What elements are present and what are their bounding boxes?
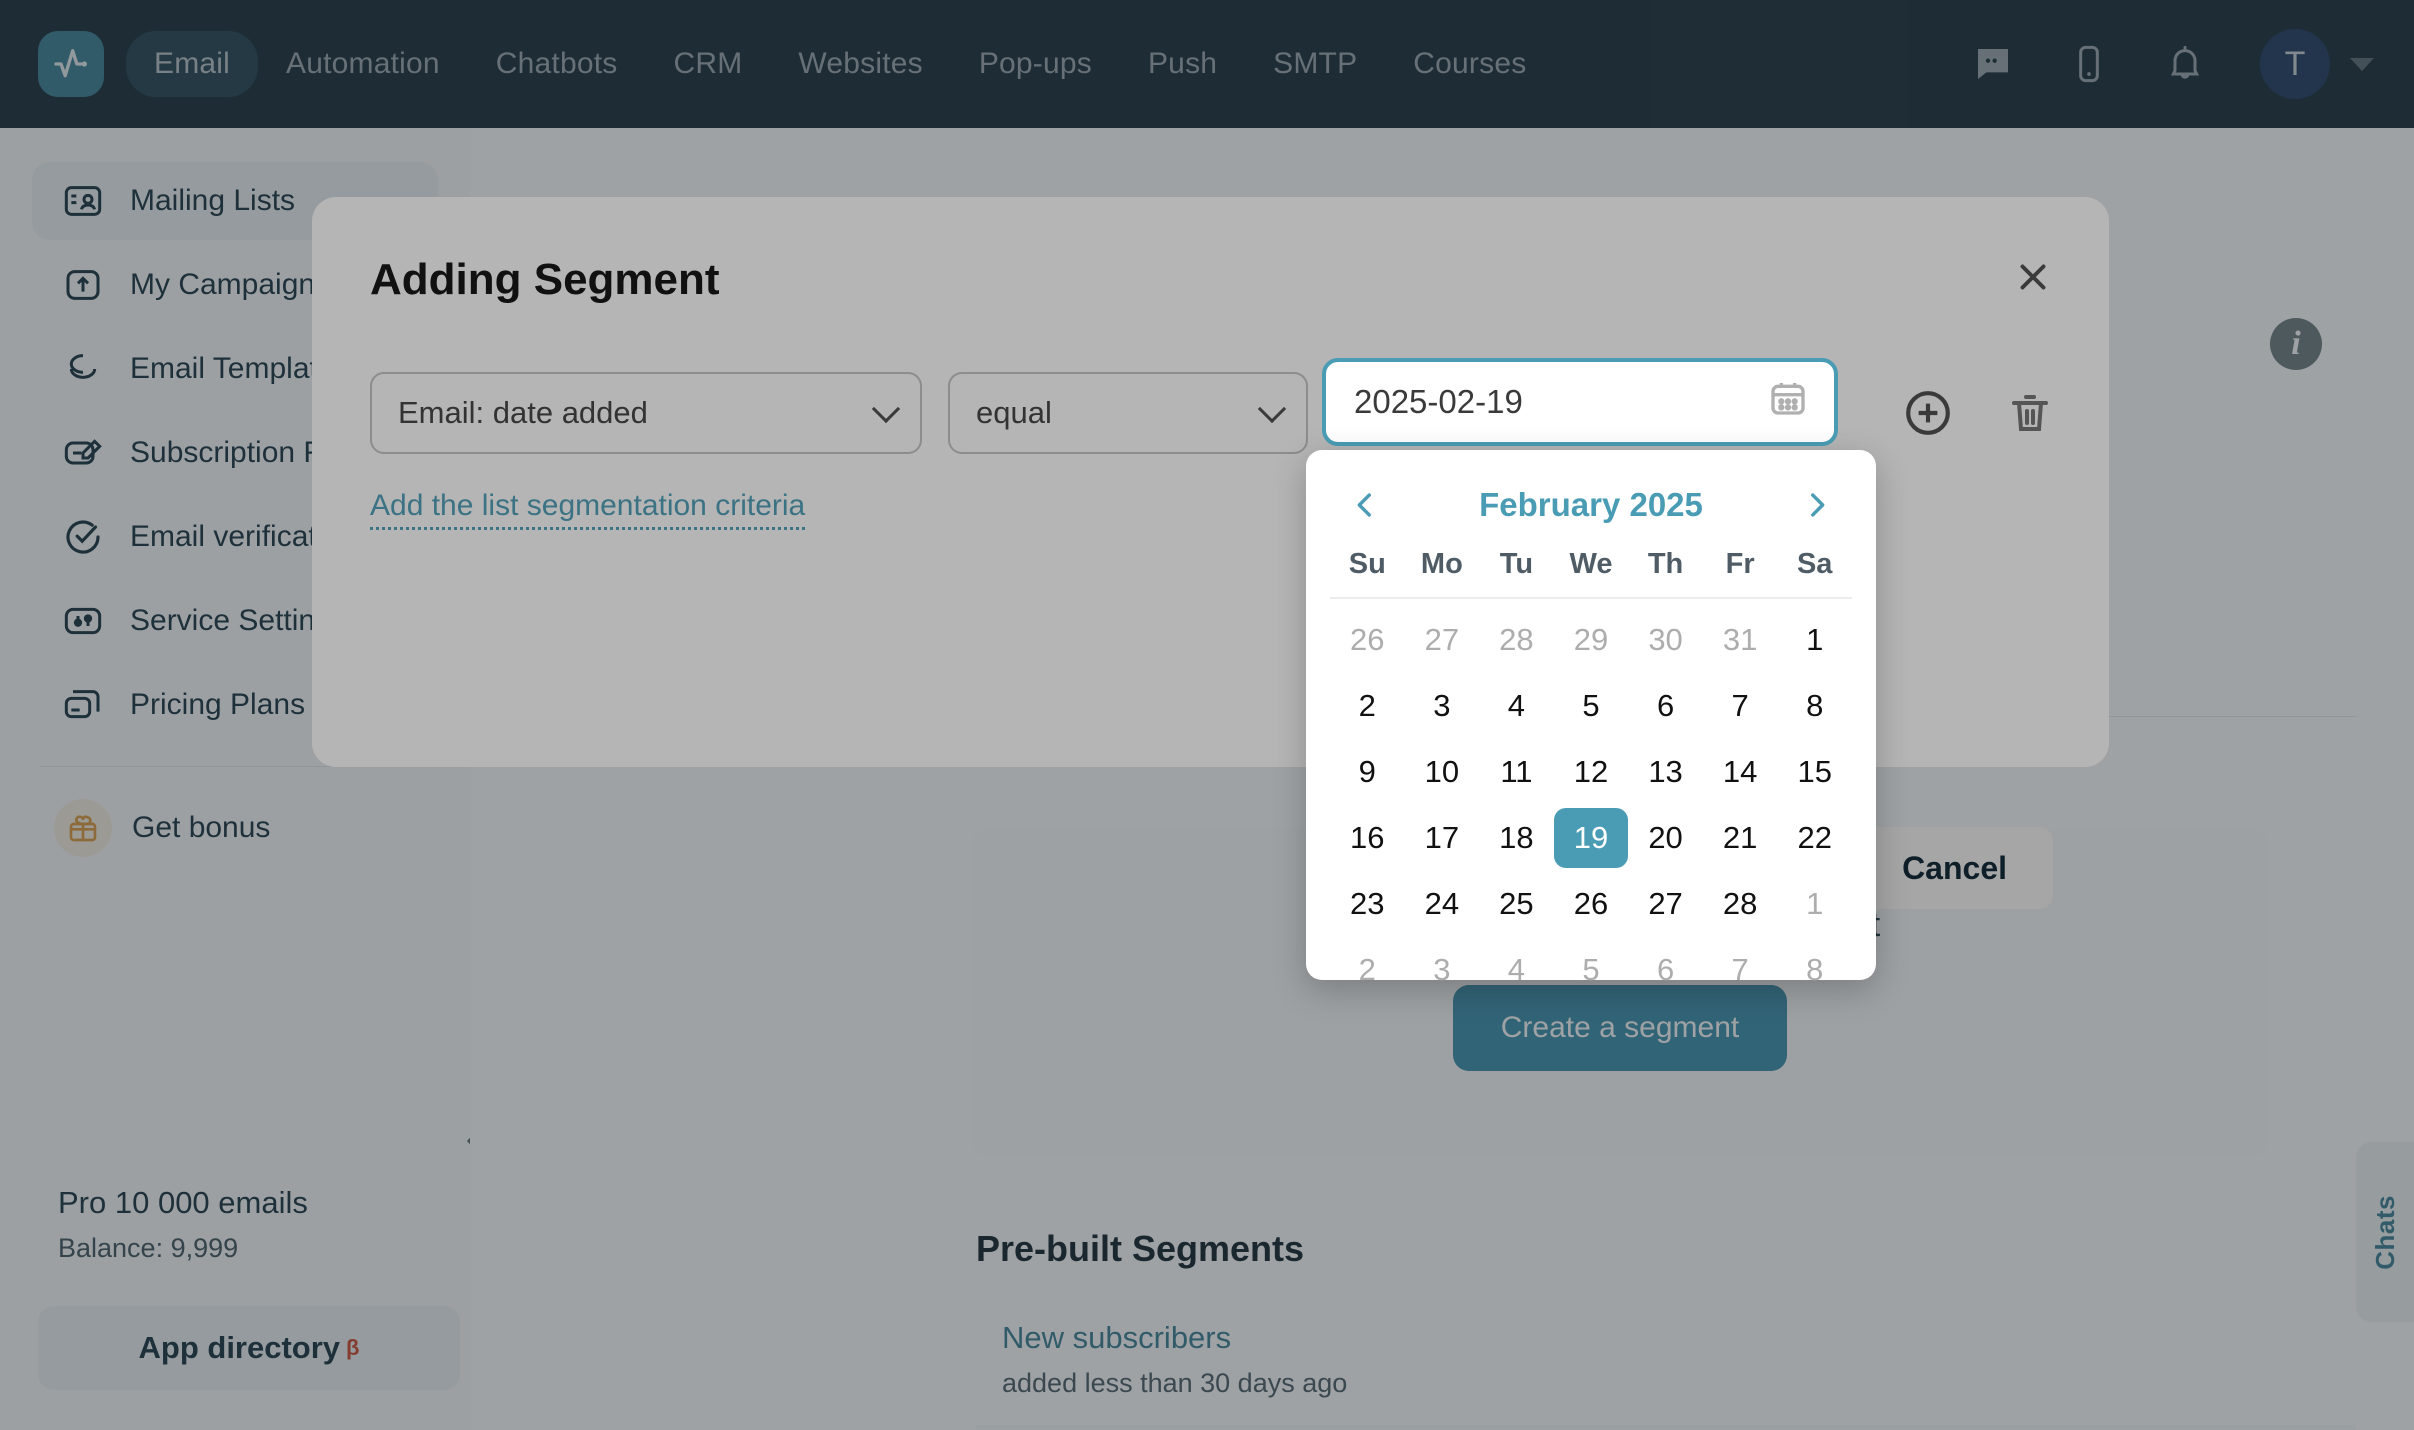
datepicker-day[interactable]: 30 — [1628, 610, 1703, 670]
weekday-label: Tu — [1499, 548, 1534, 580]
datepicker-header: February 2025 — [1330, 472, 1852, 538]
datepicker-panel: February 2025 Su Mo Tu We Th Fr Sa 26 27 2… — [1306, 450, 1876, 987]
add-criteria-link[interactable]: Add the list segmentation criteria — [370, 489, 806, 530]
datepicker-day[interactable]: 8 — [1777, 676, 1852, 736]
app-root: Email Automation Chatbots CRM Websites P… — [0, 0, 2414, 1430]
datepicker-month-label: February 2025 — [1479, 486, 1703, 523]
weekday-label: Mo — [1420, 548, 1463, 580]
datepicker-day[interactable]: 10 — [1405, 742, 1480, 802]
datepicker-day[interactable]: 2 — [1330, 676, 1405, 736]
datepicker-day[interactable]: 27 — [1628, 874, 1703, 934]
datepicker-day[interactable]: 7 — [1703, 940, 1778, 1000]
datepicker-day[interactable]: 26 — [1330, 610, 1405, 670]
datepicker-divider — [1330, 597, 1852, 599]
datepicker-day-selected[interactable]: 19 — [1553, 808, 1629, 868]
field-select-value: Email: date added — [398, 395, 648, 430]
datepicker-day[interactable]: 22 — [1777, 808, 1852, 868]
cancel-button[interactable]: Cancel — [1856, 827, 2053, 909]
chevron-down-icon — [871, 394, 901, 424]
datepicker-day[interactable]: 12 — [1554, 742, 1629, 802]
date-input[interactable]: 2025-02-19 — [1322, 358, 1838, 446]
datepicker-day[interactable]: 11 — [1479, 742, 1554, 802]
datepicker-day[interactable]: 27 — [1405, 610, 1480, 670]
trash-icon[interactable] — [2002, 385, 2058, 441]
calendar-icon[interactable] — [1768, 378, 1808, 426]
datepicker-day[interactable]: 9 — [1330, 742, 1405, 802]
datepicker-day[interactable]: 29 — [1554, 610, 1629, 670]
datepicker-day[interactable]: 17 — [1405, 808, 1480, 868]
datepicker-day[interactable]: 28 — [1479, 610, 1554, 670]
datepicker-day[interactable]: 21 — [1703, 808, 1778, 868]
datepicker-day[interactable]: 4 — [1479, 940, 1554, 1000]
datepicker-day[interactable]: 6 — [1628, 676, 1703, 736]
chevron-down-icon — [1257, 394, 1287, 424]
operator-select[interactable]: equal — [948, 372, 1308, 454]
close-icon[interactable] — [2009, 253, 2057, 301]
datepicker-day-grid: 26 27 28 29 30 31 1 2 3 4 5 6 7 8 9 10 11 12 13 14 15 16 17 18 1… — [1330, 607, 1852, 1003]
datepicker-day[interactable]: 14 — [1703, 742, 1778, 802]
chevron-left-icon[interactable] — [1344, 484, 1386, 526]
weekday-label: Th — [1647, 548, 1684, 580]
plus-circle-icon[interactable] — [1900, 385, 1956, 441]
weekday-label: Fr — [1725, 548, 1755, 580]
operator-select-value: equal — [976, 395, 1052, 430]
datepicker-day[interactable]: 4 — [1479, 676, 1554, 736]
chevron-right-icon[interactable] — [1796, 484, 1838, 526]
datepicker-weekday-row: Su Mo Tu We Th Fr Sa — [1330, 538, 1852, 597]
datepicker-day[interactable]: 25 — [1479, 874, 1554, 934]
date-input-value: 2025-02-19 — [1354, 383, 1523, 420]
datepicker-day[interactable]: 2 — [1330, 940, 1405, 1000]
datepicker-day[interactable]: 26 — [1554, 874, 1629, 934]
datepicker-day[interactable]: 20 — [1628, 808, 1703, 868]
datepicker-day[interactable]: 1 — [1777, 610, 1852, 670]
weekday-label: Sa — [1796, 548, 1833, 580]
datepicker-day[interactable]: 24 — [1405, 874, 1480, 934]
datepicker-day[interactable]: 15 — [1777, 742, 1852, 802]
datepicker-day[interactable]: 28 — [1703, 874, 1778, 934]
datepicker-day[interactable]: 6 — [1628, 940, 1703, 1000]
datepicker-day[interactable]: 5 — [1554, 676, 1629, 736]
weekday-label: Su — [1348, 548, 1386, 580]
datepicker-day[interactable]: 16 — [1330, 808, 1405, 868]
date-picker-widget: 2025-02-19 February 2025 Su Mo Tu We Th — [1306, 358, 1876, 987]
datepicker-day[interactable]: 3 — [1405, 676, 1480, 736]
datepicker-day[interactable]: 3 — [1405, 940, 1480, 1000]
datepicker-day[interactable]: 18 — [1479, 808, 1554, 868]
datepicker-day[interactable]: 1 — [1777, 874, 1852, 934]
weekday-label: We — [1569, 548, 1613, 580]
datepicker-day[interactable]: 8 — [1777, 940, 1852, 1000]
datepicker-day[interactable]: 5 — [1554, 940, 1629, 1000]
datepicker-day[interactable]: 31 — [1703, 610, 1778, 670]
datepicker-day[interactable]: 13 — [1628, 742, 1703, 802]
datepicker-day[interactable]: 23 — [1330, 874, 1405, 934]
datepicker-day[interactable]: 7 — [1703, 676, 1778, 736]
modal-title: Adding Segment — [370, 255, 720, 304]
field-select[interactable]: Email: date added — [370, 372, 922, 454]
